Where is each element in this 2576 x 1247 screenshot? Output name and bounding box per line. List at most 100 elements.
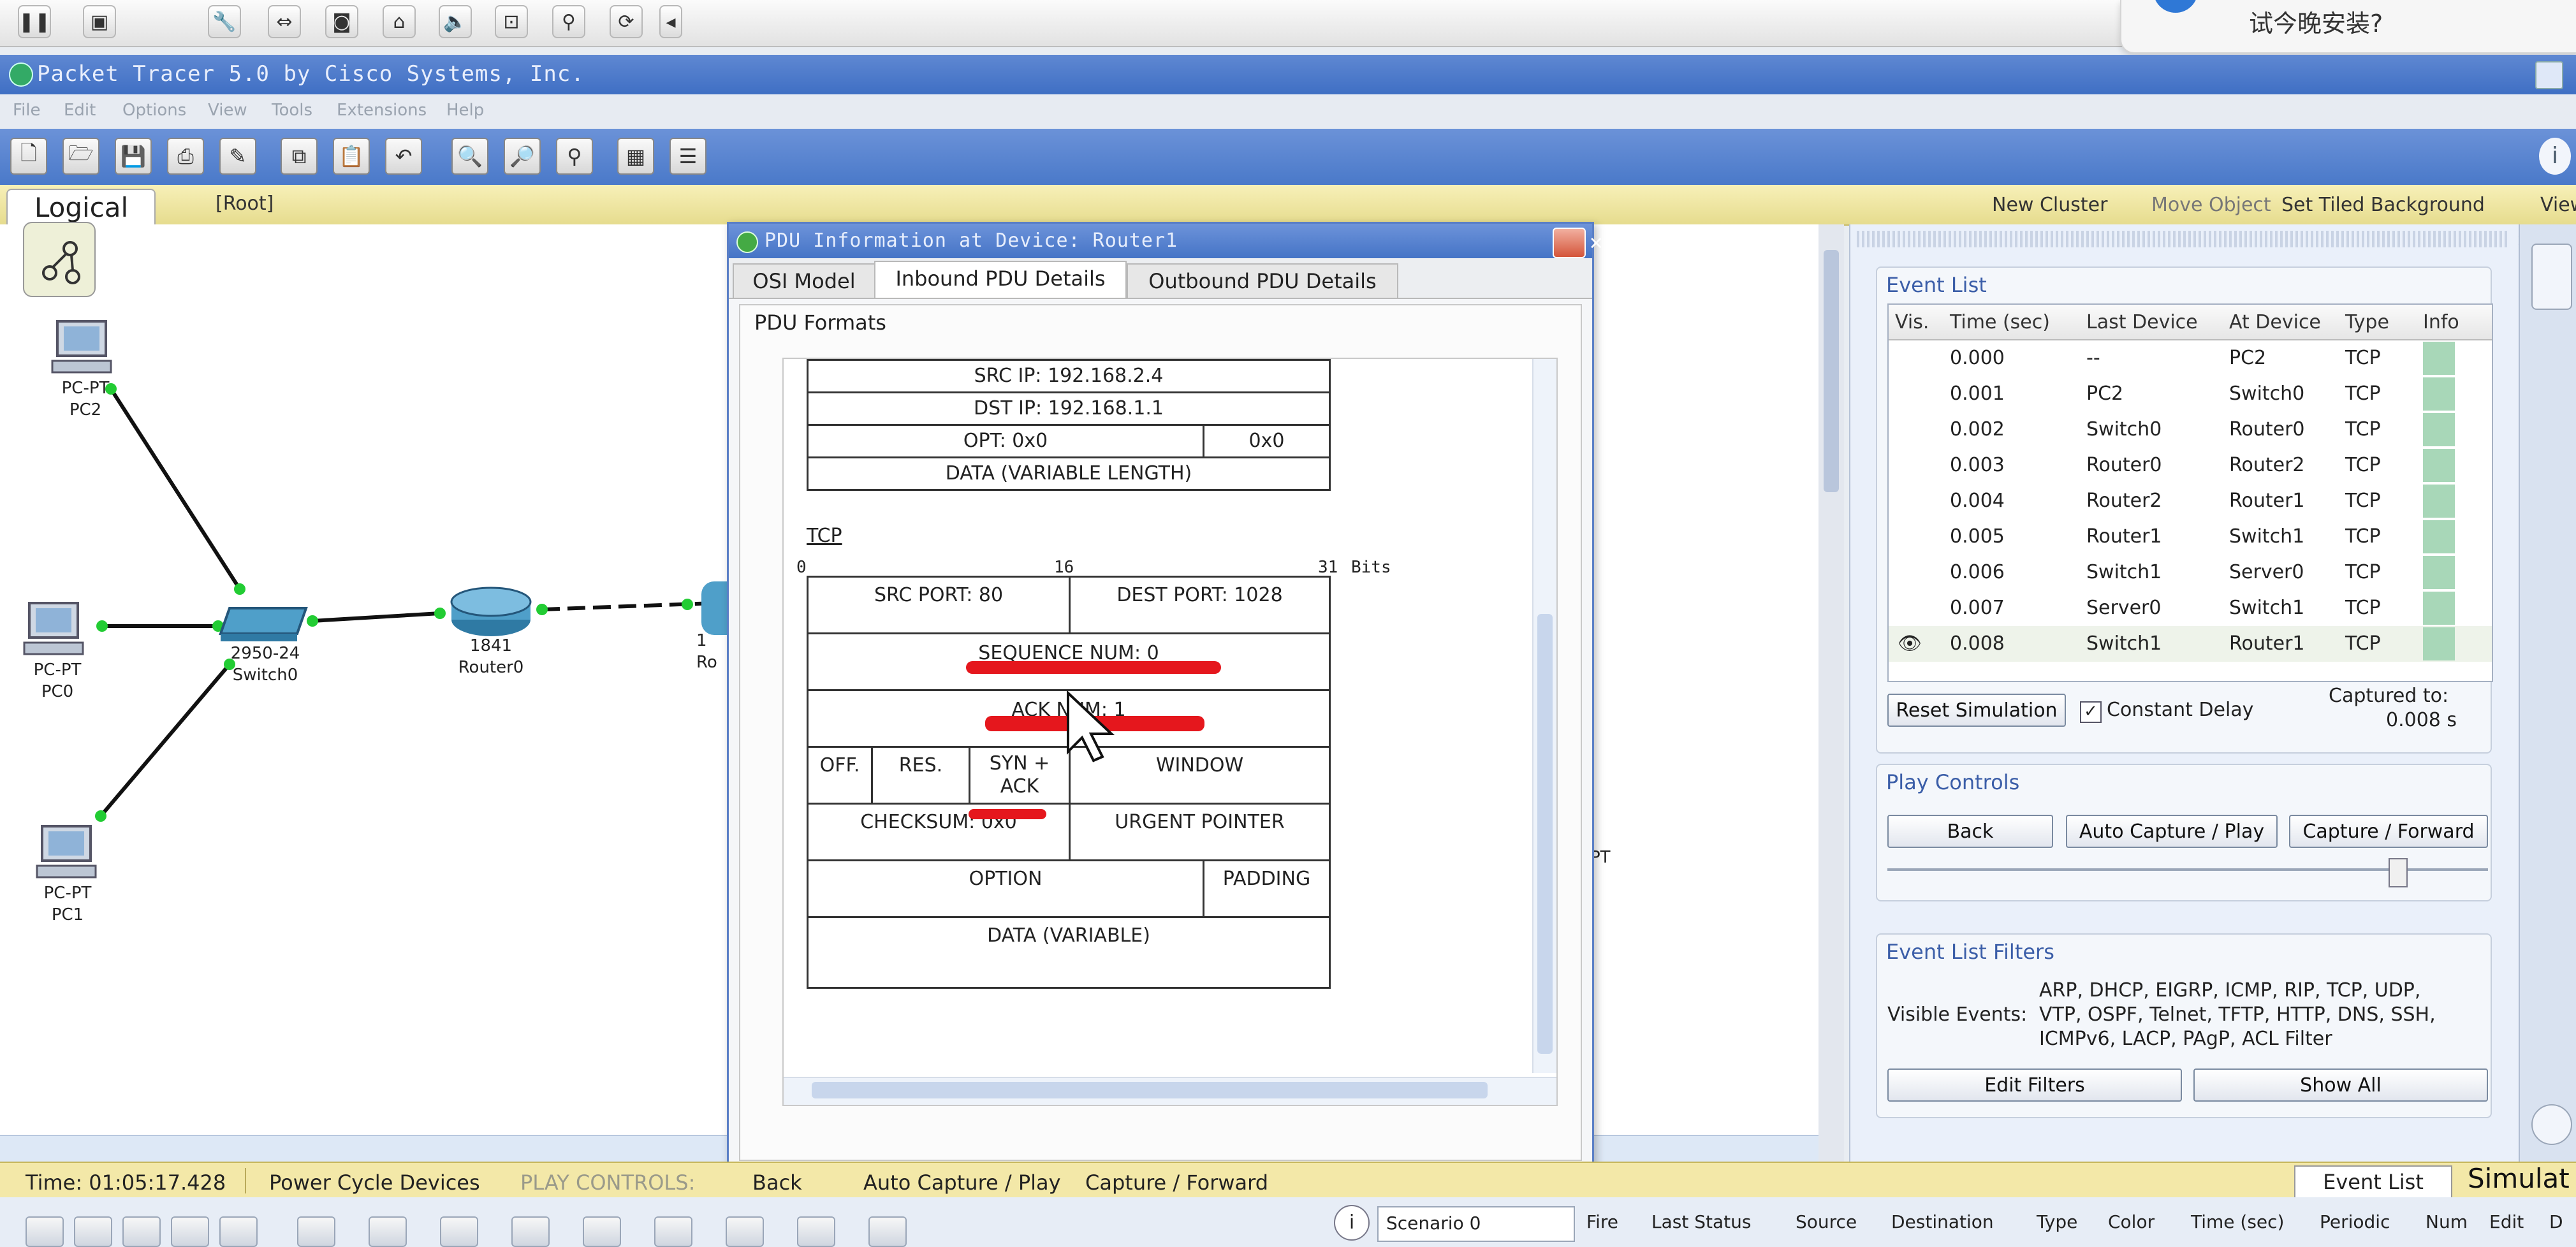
col-num[interactable]: Num bbox=[2426, 1211, 2468, 1232]
status-auto-capture-button[interactable]: Auto Capture / Play bbox=[863, 1170, 1061, 1195]
wrench-icon[interactable]: 🔧 bbox=[208, 5, 241, 38]
simulation-mode-label[interactable]: Simulat bbox=[2468, 1163, 2570, 1194]
zoom-in-icon[interactable]: 🔍 bbox=[451, 138, 488, 175]
zoom-out-icon[interactable]: ⚲ bbox=[556, 138, 593, 175]
scenario-select[interactable]: Scenario 0 bbox=[1377, 1206, 1575, 1242]
new-cluster-button[interactable]: New Cluster bbox=[1992, 194, 2107, 216]
notification-popup[interactable]: 试今晚安装? bbox=[2120, 0, 2576, 54]
device-5-icon[interactable] bbox=[583, 1216, 621, 1247]
menu-options[interactable]: Options bbox=[122, 101, 186, 120]
speed-slider-handle[interactable] bbox=[2389, 858, 2408, 887]
undo-icon[interactable]: ↶ bbox=[385, 138, 422, 175]
event-row[interactable]: 0.007 Server0 Switch1 TCP bbox=[1889, 590, 2492, 626]
collapse-icon[interactable]: ◂ bbox=[659, 5, 682, 38]
col-periodic[interactable]: Periodic bbox=[2320, 1211, 2390, 1232]
device-2-icon[interactable] bbox=[369, 1216, 407, 1247]
switches-category-icon[interactable] bbox=[74, 1216, 112, 1247]
set-tiled-background-button[interactable]: Set Tiled Background bbox=[2281, 194, 2485, 216]
close-icon[interactable]: ✕ bbox=[1553, 228, 1602, 258]
auto-capture-play-button[interactable]: Auto Capture / Play bbox=[2066, 815, 2278, 848]
col-edit[interactable]: Edit bbox=[2489, 1211, 2524, 1232]
menu-help[interactable]: Help bbox=[446, 101, 484, 120]
logical-tab[interactable]: Logical bbox=[6, 189, 156, 226]
event-list-toggle-button[interactable]: Event List bbox=[2294, 1165, 2452, 1199]
col-color[interactable]: Color bbox=[2108, 1211, 2155, 1232]
event-info-swatch[interactable] bbox=[2423, 556, 2455, 589]
col-source[interactable]: Source bbox=[1796, 1211, 1857, 1232]
event-row[interactable]: 0.004 Router2 Router1 TCP bbox=[1889, 483, 2492, 519]
col-time[interactable]: Time (sec) bbox=[1950, 311, 2050, 333]
capture-forward-button[interactable]: Capture / Forward bbox=[2289, 815, 2488, 848]
connections-category-icon[interactable] bbox=[219, 1216, 258, 1247]
event-info-swatch[interactable] bbox=[2423, 342, 2455, 375]
activity-wizard-icon[interactable]: ✎ bbox=[219, 138, 256, 175]
refresh-icon[interactable]: ⟳ bbox=[610, 5, 643, 38]
col-type[interactable]: Type bbox=[2345, 311, 2389, 333]
router0-icon[interactable] bbox=[446, 583, 536, 640]
edit-filters-button[interactable]: Edit Filters bbox=[1887, 1068, 2182, 1102]
canvas-vertical-scrollbar[interactable] bbox=[1819, 224, 1844, 1162]
event-row[interactable]: 👁 0.008 Switch1 Router1 TCP bbox=[1889, 626, 2492, 662]
col-info[interactable]: Info bbox=[2423, 311, 2459, 333]
device-1-icon[interactable] bbox=[297, 1216, 335, 1247]
palette-icon[interactable]: ▦ bbox=[617, 138, 654, 175]
device-4-icon[interactable] bbox=[511, 1216, 550, 1247]
show-all-button[interactable]: Show All bbox=[2193, 1068, 2488, 1102]
event-info-swatch[interactable] bbox=[2423, 377, 2455, 411]
status-back-button[interactable]: Back bbox=[752, 1170, 802, 1195]
save-icon[interactable]: 💾 bbox=[115, 138, 152, 175]
event-info-swatch[interactable] bbox=[2423, 413, 2455, 446]
copy-icon[interactable]: ⧉ bbox=[281, 138, 318, 175]
zoom-reset-icon[interactable]: 🔎 bbox=[504, 138, 541, 175]
panel-grip[interactable] bbox=[1857, 231, 2507, 247]
event-row[interactable]: 0.002 Switch0 Router0 TCP bbox=[1889, 412, 2492, 448]
col-type[interactable]: Type bbox=[2037, 1211, 2077, 1232]
col-fire[interactable]: Fire bbox=[1586, 1211, 1618, 1232]
arrows-icon[interactable]: ⇔ bbox=[268, 5, 301, 38]
col-last-device[interactable]: Last Device bbox=[2086, 311, 2198, 333]
pdu-formats-scrollbox[interactable]: SRC IP: 192.168.2.4 DST IP: 192.168.1.1 … bbox=[782, 358, 1558, 1106]
event-row[interactable]: 0.005 Router1 Switch1 TCP bbox=[1889, 519, 2492, 555]
event-row[interactable]: 0.001 PC2 Switch0 TCP bbox=[1889, 376, 2492, 412]
pc0-icon[interactable] bbox=[22, 601, 85, 658]
menu-view[interactable]: View bbox=[208, 101, 247, 120]
root-breadcrumb[interactable]: [Root] bbox=[216, 193, 274, 215]
col-delete[interactable]: D bbox=[2549, 1211, 2563, 1232]
move-object-button[interactable]: Move Object bbox=[2151, 194, 2271, 216]
device-8-icon[interactable] bbox=[797, 1216, 835, 1247]
tab-outbound-pdu-details[interactable]: Outbound PDU Details bbox=[1127, 263, 1398, 298]
device-6-icon[interactable] bbox=[654, 1216, 692, 1247]
scenario-info-icon[interactable]: i bbox=[1334, 1205, 1370, 1241]
power-cycle-devices-button[interactable]: Power Cycle Devices bbox=[269, 1170, 480, 1195]
device-3-icon[interactable] bbox=[440, 1216, 478, 1247]
status-capture-forward-button[interactable]: Capture / Forward bbox=[1085, 1170, 1268, 1195]
device-7-icon[interactable] bbox=[726, 1216, 764, 1247]
clock-icon[interactable] bbox=[2531, 1104, 2572, 1145]
menu-file[interactable]: File bbox=[13, 101, 41, 120]
menu-tools[interactable]: Tools bbox=[272, 101, 312, 120]
router2-icon[interactable] bbox=[701, 581, 727, 635]
wireless-category-icon[interactable] bbox=[171, 1216, 209, 1247]
screenshot-icon[interactable]: ▣ bbox=[83, 5, 116, 38]
record-icon[interactable]: ⊡ bbox=[495, 5, 528, 38]
open-folder-icon[interactable]: 🗁 bbox=[62, 138, 99, 175]
realtime-mode-icon[interactable] bbox=[2531, 244, 2572, 310]
event-info-swatch[interactable] bbox=[2423, 449, 2455, 482]
pc2-icon[interactable] bbox=[50, 319, 113, 376]
back-button[interactable]: Back bbox=[1887, 815, 2053, 848]
event-info-swatch[interactable] bbox=[2423, 520, 2455, 553]
switch0-icon[interactable] bbox=[217, 602, 312, 644]
tab-osi-model[interactable]: OSI Model bbox=[733, 263, 875, 298]
event-info-swatch[interactable] bbox=[2423, 485, 2455, 518]
event-row[interactable]: 0.003 Router0 Router2 TCP bbox=[1889, 448, 2492, 483]
device-9-icon[interactable] bbox=[868, 1216, 907, 1247]
col-at-device[interactable]: At Device bbox=[2229, 311, 2321, 333]
event-row[interactable]: 0.000 -- PC2 TCP bbox=[1889, 340, 2492, 376]
home-icon[interactable]: ⌂ bbox=[383, 5, 416, 38]
maximize-icon[interactable] bbox=[2535, 61, 2563, 89]
usb-icon[interactable]: ⚲ bbox=[552, 5, 585, 38]
disk-icon[interactable]: ◙ bbox=[325, 5, 358, 38]
pause-icon[interactable]: ❚❚ bbox=[18, 5, 51, 38]
event-info-swatch[interactable] bbox=[2423, 592, 2455, 625]
pdu-vertical-scrollbar[interactable] bbox=[1532, 359, 1556, 1073]
